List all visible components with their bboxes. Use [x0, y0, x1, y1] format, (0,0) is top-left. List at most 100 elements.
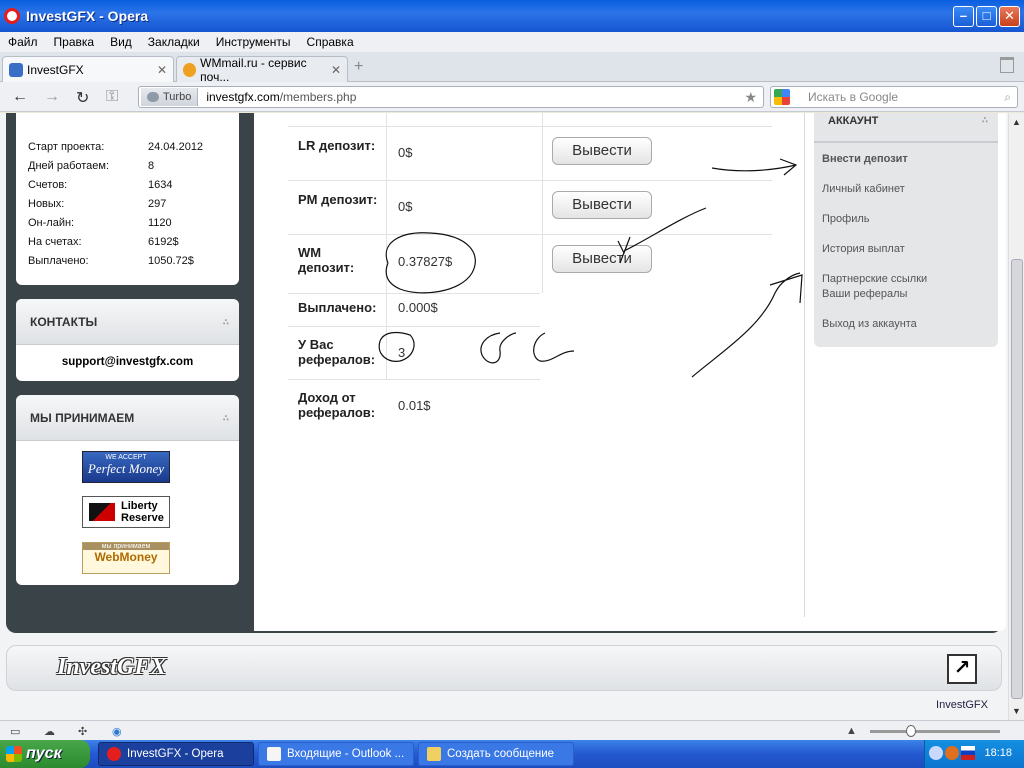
wm-deposit-label: WM депозит: — [298, 245, 355, 275]
cloud-icon[interactable]: ☁ — [44, 725, 58, 738]
task-outlook[interactable]: Входящие - Outlook ... — [258, 742, 414, 766]
tab-close-icon[interactable]: ✕ — [331, 63, 341, 77]
title-bar: InvestGFX - Opera – □ ✕ — [0, 0, 1024, 32]
divider — [288, 293, 540, 294]
start-label: пуск — [26, 745, 62, 762]
menu-partner-links[interactable]: Партнерские ссылки Ваши рефералы — [822, 272, 942, 302]
zoom-slider-knob[interactable] — [906, 725, 916, 737]
tab-label: InvestGFX — [27, 62, 84, 77]
search-icon[interactable]: ⌕ — [1004, 90, 1011, 105]
pm-small-text: WE ACCEPT — [105, 454, 147, 461]
system-tray: 18:18 — [924, 740, 1024, 768]
bookmark-star-icon[interactable]: ★ — [744, 89, 757, 106]
lr-deposit-label: LR депозит: — [298, 138, 376, 153]
google-icon[interactable] — [774, 89, 790, 105]
trash-icon[interactable] — [1000, 57, 1014, 73]
close-button[interactable]: ✕ — [999, 6, 1020, 27]
perfect-money-logo[interactable]: WE ACCEPT Perfect Money — [82, 451, 170, 483]
menu-deposit[interactable]: Внести депозит — [822, 152, 908, 167]
wm-withdraw-button[interactable]: Вывести — [552, 245, 652, 273]
webmoney-logo[interactable]: мы принимаем WebMoney — [82, 542, 170, 574]
stat-value: 6192$ — [148, 236, 179, 248]
footer-text[interactable]: InvestGFX — [936, 699, 988, 711]
panel-icon[interactable]: ▭ — [10, 725, 24, 738]
contacts-title: КОНТАКТЫ — [30, 314, 98, 329]
contacts-box: КОНТАКТЫ ∴ support@investgfx.com — [16, 299, 239, 381]
zoom-slider-track[interactable] — [870, 730, 1000, 733]
task-compose[interactable]: Создать сообщение — [418, 742, 574, 766]
menu-cabinet[interactable]: Личный кабинет — [822, 182, 905, 197]
accept-header: МЫ ПРИНИМАЕМ ∴ — [16, 395, 239, 441]
back-arrow-icon[interactable]: ← — [12, 88, 28, 106]
account-menu-box: АККАУНТ ∴ Внести депозит Личный кабинет П… — [814, 113, 998, 347]
scroll-down-icon[interactable]: ▼ — [1012, 706, 1021, 716]
stat-row: Он-лайн: 1120 — [16, 217, 239, 236]
lr-withdraw-button[interactable]: Вывести — [552, 137, 652, 165]
status-bar: ▭ ☁ ✣ ◉ ▲ — [0, 720, 1024, 740]
stat-key: Дней работаем: — [28, 160, 110, 172]
start-button[interactable]: пуск — [0, 740, 90, 768]
reload-icon[interactable]: ↻ — [76, 88, 89, 108]
support-email[interactable]: support@investgfx.com — [16, 345, 239, 379]
menu-payout-history[interactable]: История выплат — [822, 242, 905, 257]
tab-wmmail[interactable]: WMmail.ru - сервис поч... ✕ — [176, 56, 348, 84]
menu-view[interactable]: Вид — [110, 35, 132, 49]
vertical-scrollbar[interactable]: ▲ ▼ — [1008, 113, 1024, 720]
tab-close-icon[interactable]: ✕ — [157, 63, 167, 77]
menu-edit[interactable]: Правка — [54, 35, 95, 49]
url-text[interactable]: investgfx.com/members.php — [206, 90, 356, 104]
scroll-up-icon[interactable]: ▲ — [1012, 117, 1021, 127]
stat-value: 1120 — [148, 217, 172, 229]
clock: 18:18 — [984, 747, 1012, 759]
menu-tools[interactable]: Инструменты — [216, 35, 291, 49]
menu-file[interactable]: Файл — [8, 35, 38, 49]
wm-small-text: мы принимаем — [83, 543, 169, 550]
minimize-button[interactable]: – — [953, 6, 974, 27]
unite-icon[interactable]: ✣ — [78, 725, 92, 738]
menu-profile[interactable]: Профиль — [822, 212, 870, 227]
menu-help[interactable]: Справка — [307, 35, 354, 49]
stat-row: Выплачено: 1050.72$ — [16, 255, 239, 274]
menu-logout[interactable]: Выход из аккаунта — [822, 317, 917, 332]
scroll-thumb[interactable] — [1011, 259, 1023, 699]
menu-bar: Файл Правка Вид Закладки Инструменты Спр… — [0, 32, 1024, 52]
pm-text: Perfect Money — [87, 461, 165, 476]
language-flag-icon[interactable] — [961, 746, 975, 760]
search-field[interactable]: Искать в Google ⌕ — [770, 86, 1018, 108]
view-icon[interactable]: ▲ — [846, 725, 860, 737]
task-label: Создать сообщение — [447, 748, 555, 760]
stat-row: Дней работаем: 8 — [16, 160, 239, 179]
turbo-button[interactable]: Turbo — [141, 88, 199, 106]
stat-key: Выплачено: — [28, 255, 89, 267]
footer-brand: InvestGFX — [57, 654, 167, 680]
key-icon[interactable]: ⚿ — [106, 88, 118, 106]
arrow-up-right-icon[interactable]: ↗ — [947, 654, 977, 684]
page-footer: InvestGFX ↗ — [6, 645, 1002, 691]
menu-bookmarks[interactable]: Закладки — [148, 35, 200, 49]
contacts-header: КОНТАКТЫ ∴ — [16, 299, 239, 345]
tab-investgfx[interactable]: InvestGFX ✕ — [2, 56, 174, 82]
outlook-icon — [267, 747, 281, 761]
turbo-status-icon[interactable]: ◉ — [112, 725, 126, 738]
pm-deposit-value: 0$ — [398, 199, 413, 214]
new-tab-icon[interactable]: + — [354, 58, 363, 76]
account-menu-header: АККАУНТ ∴ — [814, 113, 998, 143]
referral-income-value: 0.01$ — [398, 398, 431, 413]
tray-app-icon[interactable] — [945, 746, 959, 760]
pm-withdraw-button[interactable]: Вывести — [552, 191, 652, 219]
dots-icon: ∴ — [222, 413, 229, 423]
maximize-button[interactable]: □ — [976, 6, 997, 27]
address-bar[interactable]: Turbo investgfx.com/members.php ★ — [138, 86, 764, 108]
liberty-reserve-logo[interactable]: Liberty Reserve — [82, 496, 170, 528]
turbo-icon — [147, 92, 159, 102]
stat-key: Старт проекта: — [28, 141, 105, 153]
lr-deposit-value: 0$ — [398, 145, 413, 160]
url-path: /members.php — [279, 90, 357, 104]
tray-arrow-icon[interactable] — [929, 746, 943, 760]
divider — [288, 234, 772, 235]
referrals-label: У Вас рефералов: — [298, 337, 376, 367]
taskbar: пуск InvestGFX - Opera Входящие - Outloo… — [0, 740, 1024, 768]
stat-row: На счетах: 6192$ — [16, 236, 239, 255]
forward-arrow-icon[interactable]: → — [44, 88, 60, 106]
task-opera[interactable]: InvestGFX - Opera — [98, 742, 254, 766]
